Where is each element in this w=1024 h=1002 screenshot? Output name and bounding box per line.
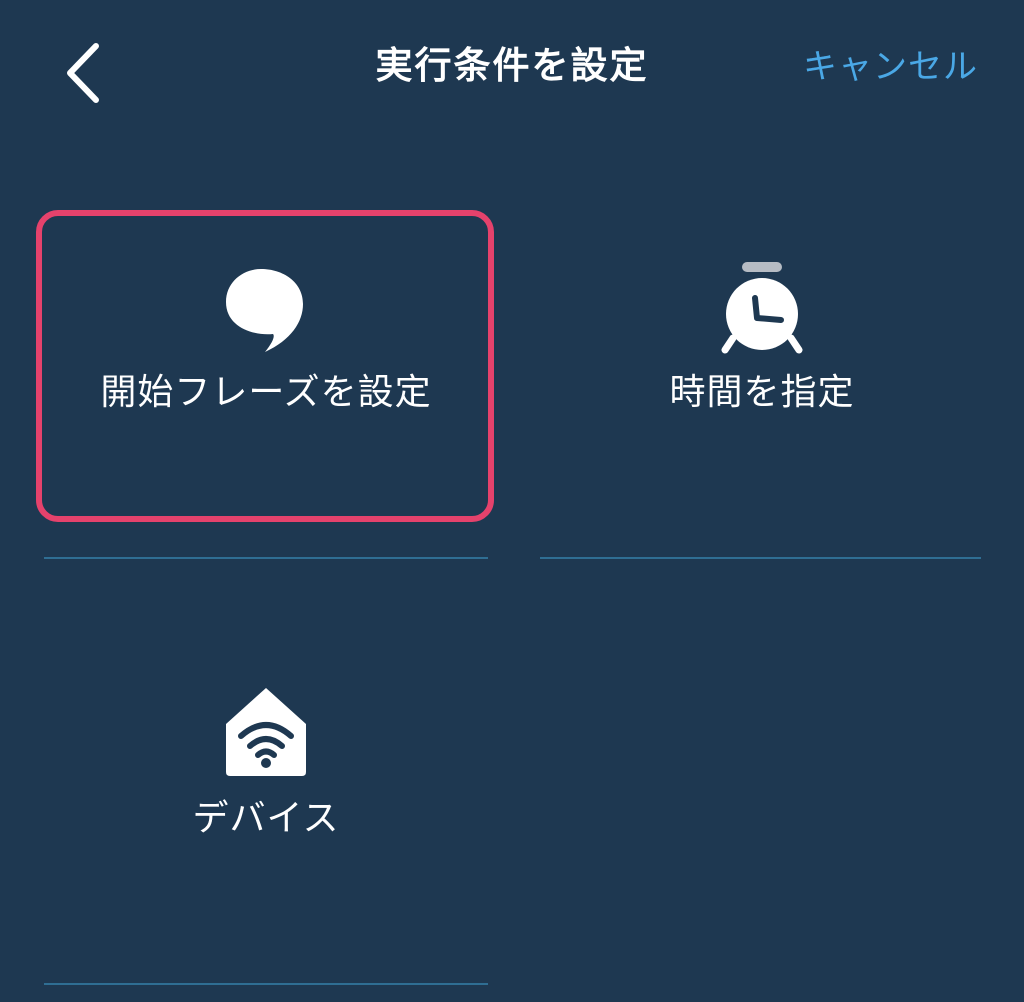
option-label: 時間を指定 [669,372,855,413]
cancel-button[interactable]: キャンセル [803,42,978,92]
option-label: デバイス [192,798,340,839]
divider [540,557,981,559]
divider [44,557,488,559]
navigation-bar: 実行条件を設定 キャンセル [0,0,1024,140]
alarm-clock-icon [717,260,807,356]
divider [44,983,488,985]
option-device[interactable]: デバイス [44,640,488,950]
selection-highlight [36,210,494,522]
option-specify-time[interactable]: 時間を指定 [540,216,984,516]
home-wifi-icon [223,686,309,778]
